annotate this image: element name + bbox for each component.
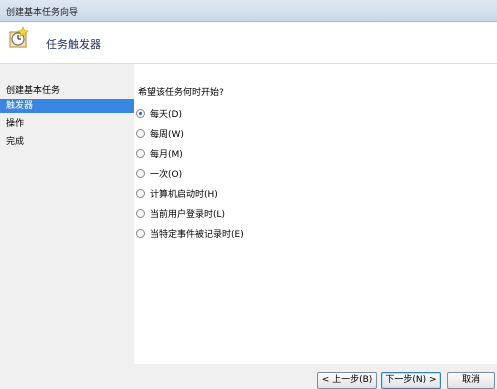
title-bar: 创建基本任务向导 <box>0 0 497 22</box>
option-label: 计算机启动时(H) <box>150 189 218 200</box>
back-button[interactable]: < 上一步(B) <box>317 372 377 389</box>
next-button[interactable]: 下一步(N) > <box>381 372 441 389</box>
option-daily[interactable]: 每天(D) <box>136 106 182 120</box>
option-label: 一次(O) <box>150 169 183 180</box>
option-label: 每月(M) <box>150 149 183 160</box>
radio-button[interactable] <box>136 208 145 218</box>
radio-button[interactable] <box>136 228 145 238</box>
option-on-startup[interactable]: 计算机启动时(H) <box>136 186 218 200</box>
step-create-basic-task[interactable]: 创建基本任务 <box>0 84 134 98</box>
option-label: 当前用户登录时(L) <box>150 209 226 220</box>
radio-button[interactable] <box>136 128 145 138</box>
option-weekly[interactable]: 每周(W) <box>136 126 184 140</box>
option-once[interactable]: 一次(O) <box>136 166 182 180</box>
wizard-footer: < 上一步(B) 下一步(N) > 取消 <box>134 364 497 389</box>
step-finish[interactable]: 完成 <box>0 135 134 149</box>
option-monthly[interactable]: 每月(M) <box>136 146 183 160</box>
page-heading: 任务触发器 <box>46 38 101 51</box>
trigger-panel: 希望该任务何时开始? 每天(D) 每周(W) 每月(M) 一次(O) 计算机启动… <box>134 64 497 364</box>
option-label: 当特定事件被记录时(E) <box>150 229 244 240</box>
trigger-question: 希望该任务何时开始? <box>138 88 224 98</box>
window-title: 创建基本任务向导 <box>6 8 79 18</box>
task-clock-icon <box>7 26 31 50</box>
option-label: 每周(W) <box>150 129 184 140</box>
radio-button[interactable] <box>136 168 145 178</box>
step-trigger[interactable]: 触发器 <box>0 99 134 113</box>
cancel-button[interactable]: 取消 <box>447 372 495 389</box>
option-on-logon[interactable]: 当前用户登录时(L) <box>136 206 225 220</box>
radio-button[interactable] <box>136 148 145 158</box>
option-label: 每天(D) <box>150 109 182 120</box>
wizard-steps: 创建基本任务 触发器 操作 完成 <box>0 64 134 389</box>
radio-button[interactable] <box>136 108 145 118</box>
option-on-event[interactable]: 当特定事件被记录时(E) <box>136 226 244 240</box>
wizard-header: 任务触发器 <box>0 22 497 64</box>
step-action[interactable]: 操作 <box>0 117 134 131</box>
radio-button[interactable] <box>136 188 145 198</box>
